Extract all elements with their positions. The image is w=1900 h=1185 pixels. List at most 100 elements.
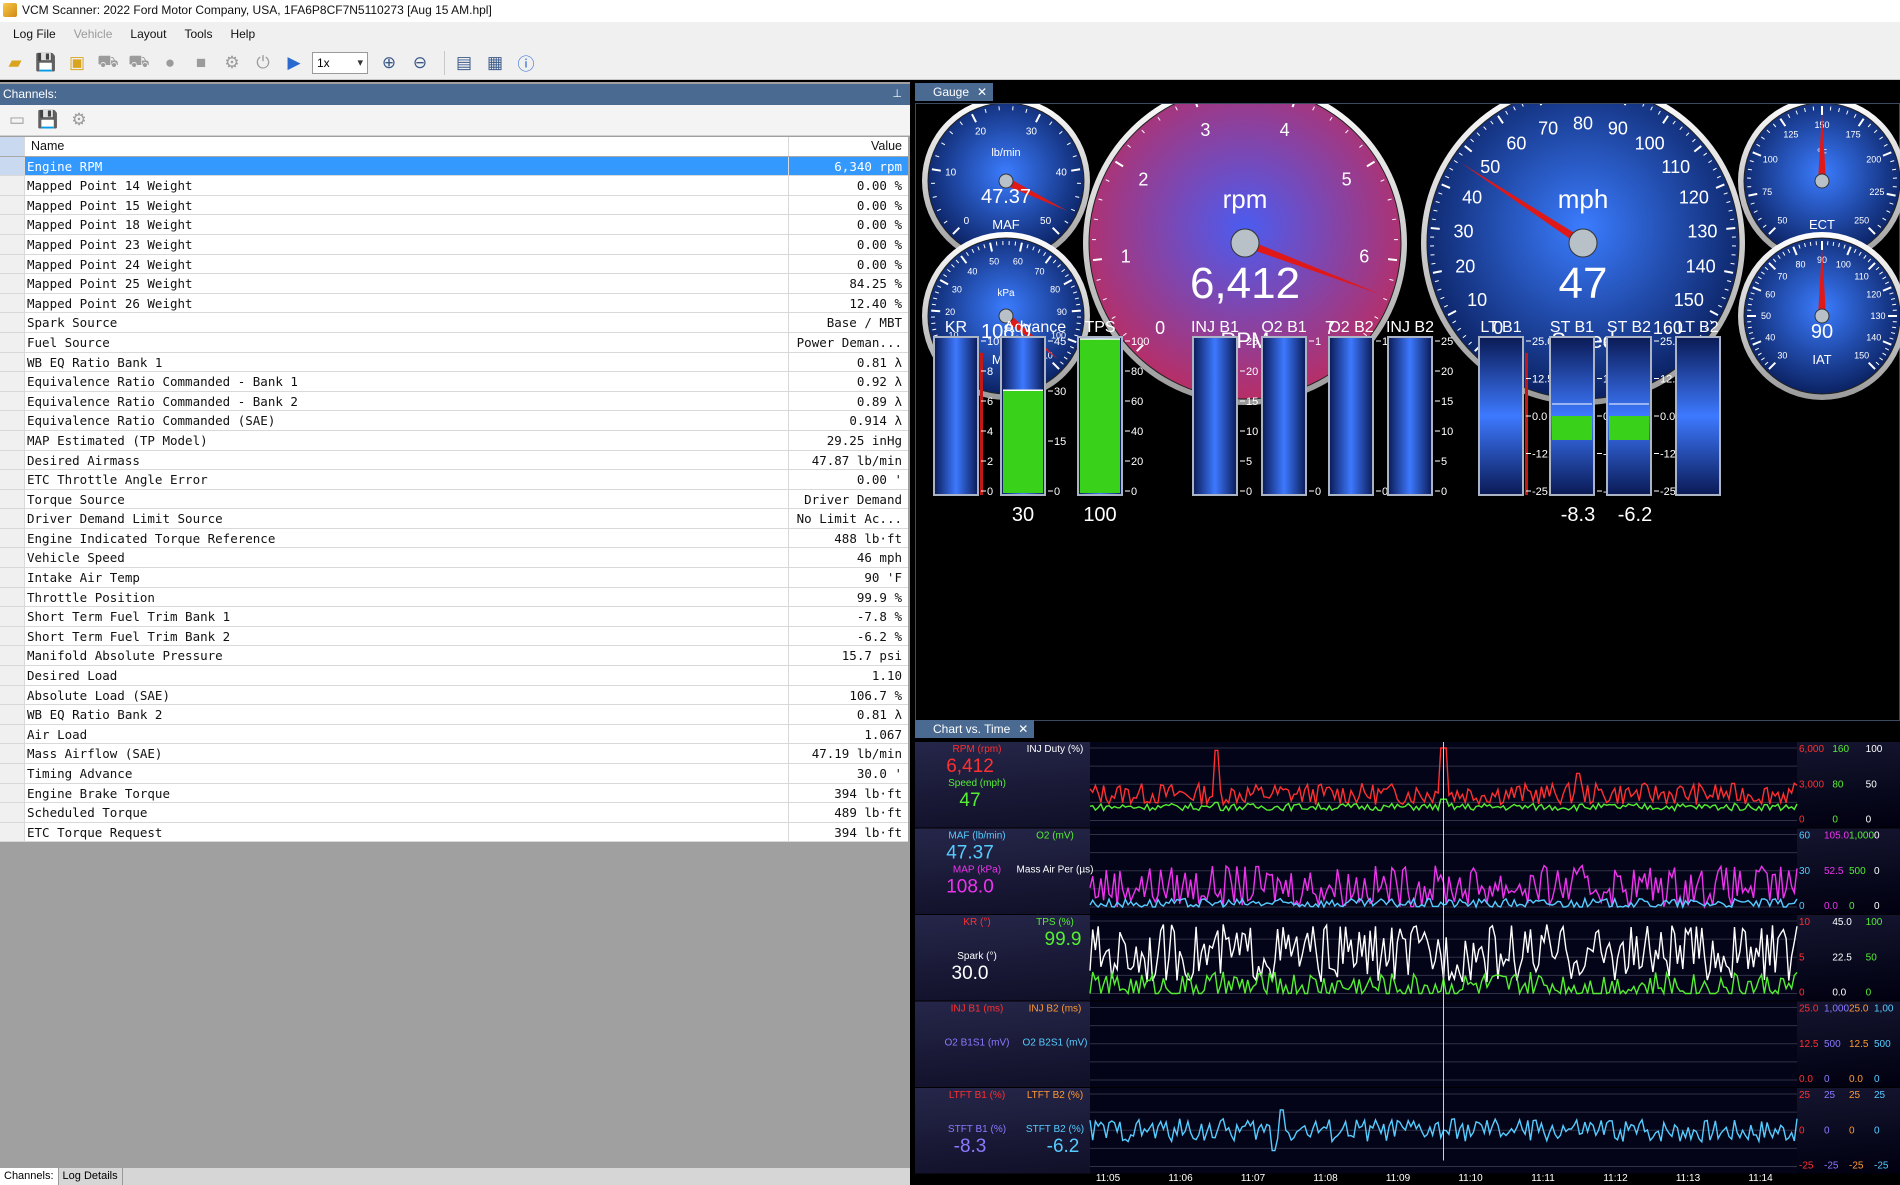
row-selector[interactable]	[0, 685, 25, 705]
table-row[interactable]: Spark Source Base / MBT	[0, 313, 908, 333]
save-channels-icon[interactable]: 💾	[35, 107, 61, 133]
row-selector[interactable]	[0, 509, 25, 528]
table-row[interactable]: Fuel Source Power Deman...	[0, 332, 908, 353]
play-icon[interactable]: ▶	[281, 50, 307, 76]
table-row[interactable]: WB EQ Ratio Bank 1 0.81 λ	[0, 352, 908, 373]
table-row[interactable]: Vehicle Speed 46 mph	[0, 548, 908, 569]
table-row[interactable]: Mapped Point 24 Weight 0.00 %	[0, 254, 908, 275]
row-selector[interactable]	[0, 646, 25, 666]
save-as-icon[interactable]: ▣	[64, 50, 90, 76]
row-selector[interactable]	[0, 274, 25, 293]
menu-tools[interactable]: Tools	[175, 22, 221, 46]
table-row[interactable]: Driver Demand Limit Source No Limit Ac...	[0, 509, 908, 529]
table-row[interactable]: Absolute Load (SAE) 106.7 %	[0, 685, 908, 706]
table-row[interactable]: Engine Indicated Torque Reference 488 lb·…	[0, 528, 908, 549]
row-selector[interactable]	[0, 744, 25, 763]
table-row[interactable]: Torque Source Driver Demand	[0, 489, 908, 510]
column-name-header[interactable]: Name	[25, 137, 789, 156]
table-row[interactable]: Desired Load 1.10	[0, 666, 908, 686]
table-row[interactable]: Desired Airmass 47.87 lb/min	[0, 450, 908, 471]
channel-settings-icon[interactable]: ⚙	[66, 107, 92, 133]
row-selector[interactable]	[0, 489, 25, 509]
row-selector[interactable]	[0, 783, 25, 803]
table-row[interactable]: ETC Torque Request 394 lb·ft	[0, 822, 908, 843]
open-folder-icon[interactable]: ▰	[2, 50, 28, 76]
power-icon[interactable]: ⏻	[250, 50, 276, 76]
table-row[interactable]: Engine Brake Torque 394 lb·ft	[0, 783, 908, 804]
tab-gauge[interactable]: Gauge ✕	[915, 83, 994, 101]
zoom-in-icon[interactable]: ⊕	[376, 50, 402, 76]
table-row[interactable]: Equivalence Ratio Commanded (SAE) 0.914 λ	[0, 411, 908, 431]
row-selector[interactable]	[0, 568, 25, 587]
row-selector[interactable]	[0, 822, 25, 842]
row-selector[interactable]	[0, 724, 25, 744]
table-row[interactable]: Equivalence Ratio Commanded - Bank 1 0.92…	[0, 372, 908, 392]
row-selector[interactable]	[0, 587, 25, 607]
row-selector[interactable]	[0, 234, 25, 254]
row-selector[interactable]	[0, 528, 25, 548]
connect-vehicle-icon[interactable]: ⛟	[95, 50, 121, 76]
table-row[interactable]: Mapped Point 18 Weight 0.00 %	[0, 215, 908, 235]
table-row[interactable]: Air Load 1.067	[0, 724, 908, 745]
row-selector[interactable]	[0, 293, 25, 313]
row-selector[interactable]	[0, 254, 25, 274]
table-row[interactable]: WB EQ Ratio Bank 2 0.81 λ	[0, 705, 908, 725]
stop-icon[interactable]: ■	[188, 50, 214, 76]
table-row[interactable]: ETC Throttle Angle Error 0.00 '	[0, 470, 908, 490]
record-icon[interactable]: ●	[157, 50, 183, 76]
row-selector[interactable]	[0, 195, 25, 215]
row-selector[interactable]	[0, 607, 25, 626]
row-selector[interactable]	[0, 332, 25, 352]
tab-log-details[interactable]: Log Details	[59, 1168, 123, 1185]
table-row[interactable]: Manifold Absolute Pressure 15.7 psi	[0, 646, 908, 667]
tab-channels[interactable]: Channels:	[0, 1168, 59, 1185]
row-selector[interactable]	[0, 705, 25, 724]
table-row[interactable]: Engine RPM 6,340 rpm	[0, 156, 908, 177]
row-selector[interactable]	[0, 391, 25, 411]
row-selector[interactable]	[0, 666, 25, 685]
close-icon[interactable]: ✕	[1018, 720, 1028, 738]
table-row[interactable]: Mapped Point 25 Weight 84.25 %	[0, 274, 908, 294]
menu-layout[interactable]: Layout	[121, 22, 175, 46]
table-row[interactable]: Equivalence Ratio Commanded - Bank 2 0.89…	[0, 391, 908, 412]
layout-icon[interactable]: ▤	[451, 50, 477, 76]
zoom-out-icon[interactable]: ⊖	[407, 50, 433, 76]
table-row[interactable]: Timing Advance 30.0 '	[0, 764, 908, 784]
row-selector[interactable]	[0, 430, 25, 450]
pin-icon[interactable]: ⊥	[892, 84, 902, 105]
table-row[interactable]: MAP Estimated (TP Model) 29.25 inHg	[0, 430, 908, 451]
info-icon[interactable]: ⓘ	[513, 50, 539, 76]
row-selector[interactable]	[0, 470, 25, 489]
menu-vehicle[interactable]: Vehicle	[65, 22, 122, 46]
table-row[interactable]: Short Term Fuel Trim Bank 2 -6.2 %	[0, 626, 908, 647]
row-selector[interactable]	[0, 176, 25, 195]
row-selector[interactable]	[0, 411, 25, 430]
tab-chart-vs-time[interactable]: Chart vs. Time ✕	[915, 720, 1035, 738]
table-row[interactable]: Mapped Point 23 Weight 0.00 %	[0, 234, 908, 255]
save-icon[interactable]: 💾	[33, 50, 59, 76]
row-selector[interactable]	[0, 764, 25, 783]
row-selector[interactable]	[0, 548, 25, 568]
table-row[interactable]: Mapped Point 15 Weight 0.00 %	[0, 195, 908, 216]
table-row[interactable]: Mapped Point 26 Weight 12.40 %	[0, 293, 908, 314]
table-row[interactable]: Scheduled Torque 489 lb·ft	[0, 803, 908, 823]
table-row[interactable]: Mapped Point 14 Weight 0.00 %	[0, 176, 908, 196]
table-row[interactable]: Intake Air Temp 90 'F	[0, 568, 908, 588]
table-row[interactable]: Mass Airflow (SAE) 47.19 lb/min	[0, 744, 908, 764]
row-selector[interactable]	[0, 215, 25, 234]
menu-log-file[interactable]: Log File	[4, 22, 65, 46]
row-selector[interactable]	[0, 352, 25, 372]
row-selector[interactable]	[0, 372, 25, 391]
row-selector[interactable]	[0, 626, 25, 646]
playback-speed-select[interactable]: 1x	[312, 51, 368, 74]
menu-help[interactable]: Help	[221, 22, 264, 46]
row-selector[interactable]	[0, 156, 25, 176]
add-channel-icon[interactable]: ▭	[4, 107, 30, 133]
row-selector[interactable]	[0, 450, 25, 470]
column-value-header[interactable]: Value	[789, 137, 908, 156]
table-row[interactable]: Short Term Fuel Trim Bank 1 -7.8 %	[0, 607, 908, 627]
row-selector[interactable]	[0, 803, 25, 822]
disconnect-vehicle-icon[interactable]: ⛟	[126, 50, 152, 76]
engine-icon[interactable]: ⚙	[219, 50, 245, 76]
export-icon[interactable]: ▦	[482, 50, 508, 76]
